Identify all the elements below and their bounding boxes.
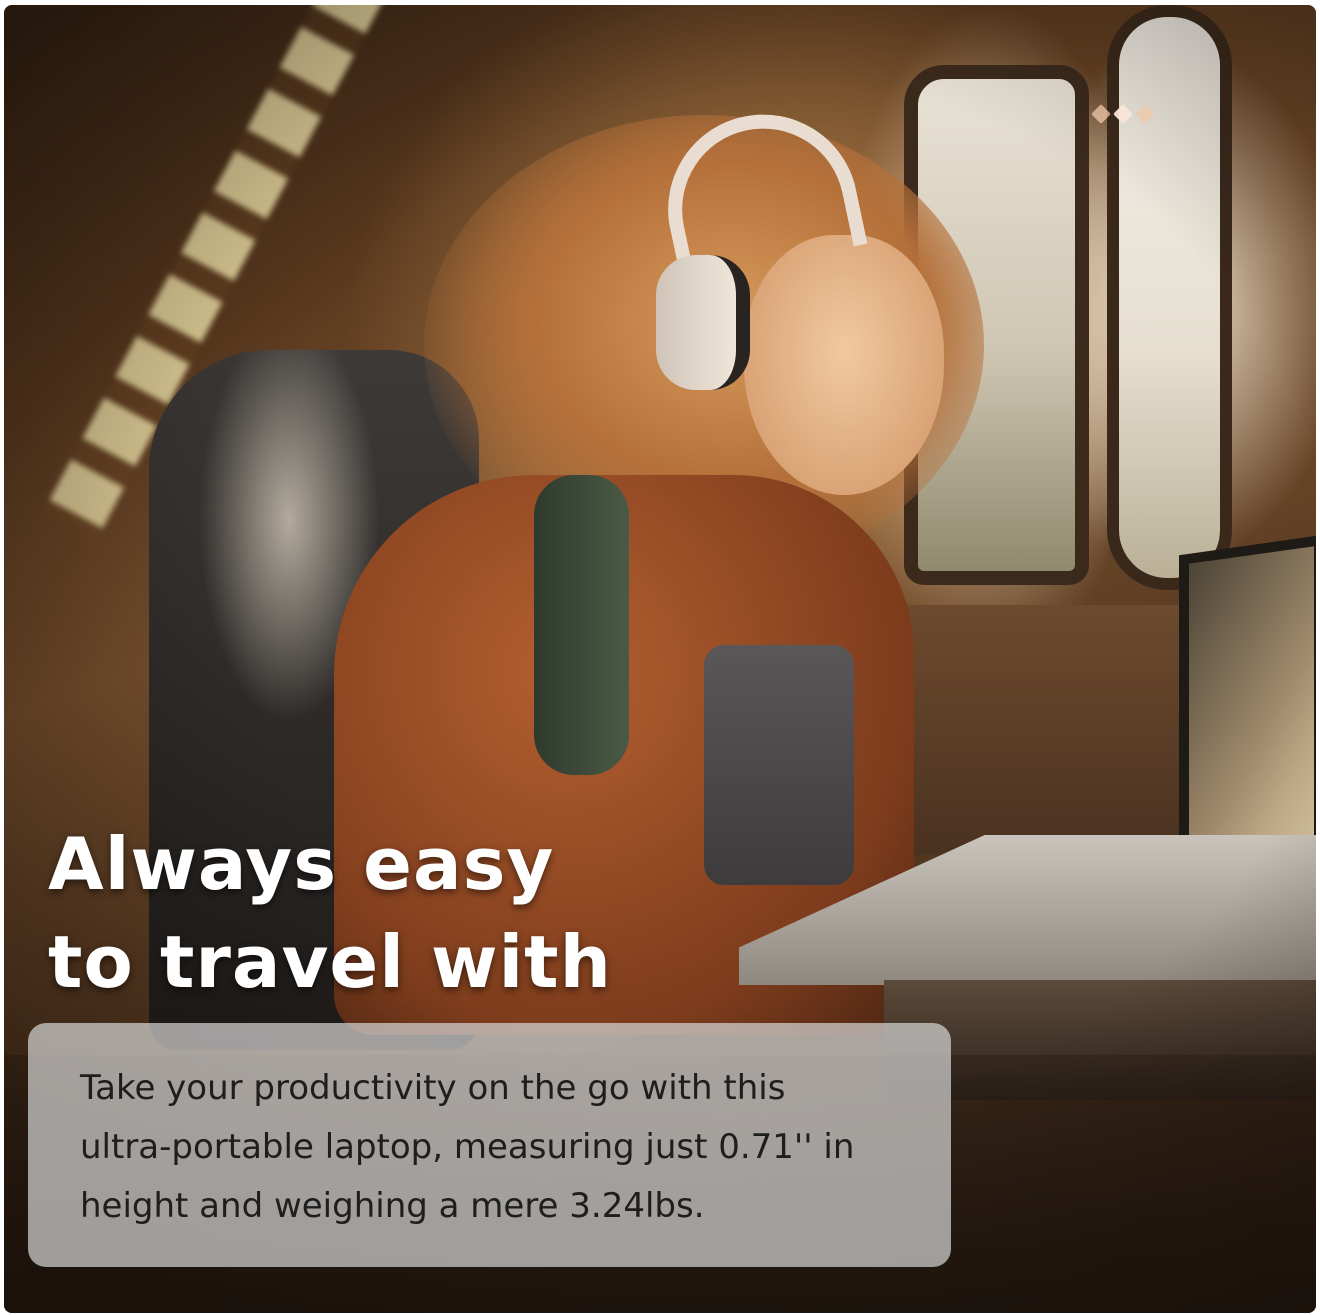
caption-text: Take your productivity on the go with th… xyxy=(80,1068,855,1226)
carousel-dot-icon[interactable] xyxy=(1135,104,1155,124)
carousel-dot-icon[interactable] xyxy=(1091,104,1111,124)
headline-line-1: Always easy xyxy=(48,822,555,906)
headline-line-2: to travel with xyxy=(48,920,612,1004)
carousel-dot-icon[interactable] xyxy=(1113,104,1133,124)
headline: Always easy to travel with xyxy=(48,815,612,1011)
caption-panel: Take your productivity on the go with th… xyxy=(28,1023,951,1267)
carousel-pager xyxy=(1091,104,1155,124)
